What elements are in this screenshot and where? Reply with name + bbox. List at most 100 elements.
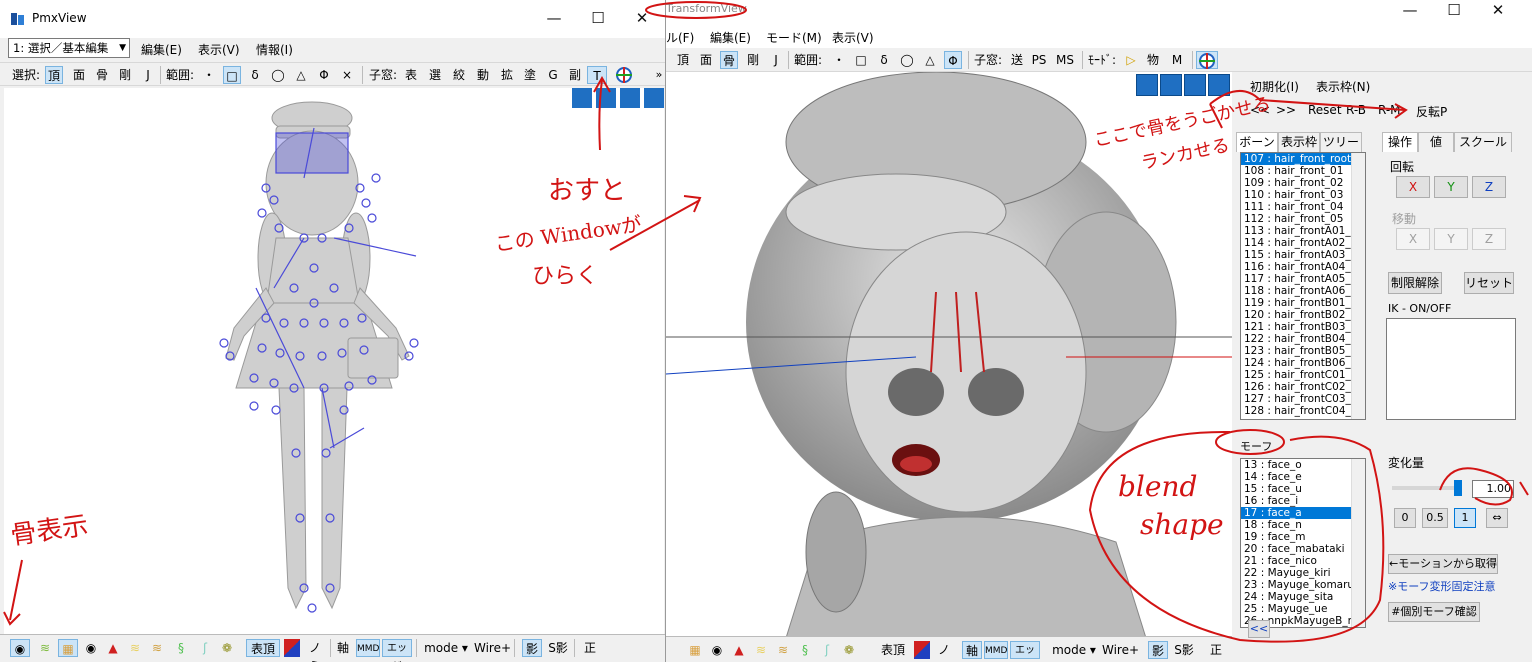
select-vertex[interactable]: 頂 (674, 51, 692, 69)
show-vertex-toggle[interactable]: 表頂 (876, 641, 910, 659)
color-swatch[interactable] (284, 639, 300, 657)
color-swatch[interactable] (914, 641, 930, 659)
morph-list-item[interactable]: 14 : face_e (1241, 471, 1365, 483)
wire-icon[interactable]: ≋ (126, 639, 144, 657)
morph-list-item[interactable]: 22 : Mayuge_kiri (1241, 567, 1365, 579)
morph-list-item[interactable]: 16 : face_i (1241, 495, 1365, 507)
child-scale[interactable]: 拡 (498, 66, 516, 84)
front-view-button[interactable]: 正 (1206, 641, 1226, 659)
texture-icon[interactable]: ▦ (58, 639, 78, 657)
mmd-toggle[interactable]: MMD (356, 639, 380, 657)
tab-operation[interactable]: 操作 (1382, 132, 1418, 152)
collapse-button[interactable]: << (1248, 620, 1270, 638)
maximize-button[interactable]: ☐ (588, 8, 608, 28)
show-vertex-toggle[interactable]: 表頂 (246, 639, 280, 657)
morph-list-item[interactable]: 13 : face_o (1241, 459, 1365, 471)
front-view-button[interactable]: 正 (580, 639, 600, 657)
display-frame-menu[interactable]: 表示枠(N) (1316, 78, 1370, 95)
morph-list-item[interactable]: 17 : face_a (1241, 507, 1365, 519)
mode-dropdown[interactable]: mode ▾ (422, 639, 470, 657)
bone-list[interactable]: 107 : hair_front_root 108 : hair_front_01… (1240, 152, 1366, 420)
morph-list-item[interactable]: 18 : face_n (1241, 519, 1365, 531)
axis-toggle[interactable]: 軸 (962, 641, 982, 659)
amount-half-button[interactable]: 0.5 (1422, 508, 1448, 528)
child-move[interactable]: 動 (474, 66, 492, 84)
triangle-icon[interactable]: ▲ (730, 641, 748, 659)
bone-list-item[interactable]: 116 : hair_frontA04_L (1241, 261, 1365, 273)
select-vertex[interactable]: 頂 (45, 66, 63, 84)
child-filter[interactable]: 絞 (450, 66, 468, 84)
scrollbar[interactable] (1351, 153, 1365, 419)
amount-slider-thumb[interactable] (1454, 480, 1462, 496)
morph-list-item[interactable]: 21 : face_nico (1241, 555, 1365, 567)
bone-list-item[interactable]: 122 : hair_frontB04_L (1241, 333, 1365, 345)
rotate-z-button[interactable]: Z (1472, 176, 1506, 198)
morph-list-item[interactable]: 15 : face_u (1241, 483, 1365, 495)
select-joint[interactable]: J (767, 51, 785, 69)
translate-z-icon[interactable] (1184, 74, 1206, 96)
wire-icon[interactable]: ≋ (752, 641, 770, 659)
select-joint[interactable]: J (139, 66, 157, 84)
child-group[interactable]: G (544, 66, 562, 84)
reset-button-top[interactable]: Reset (1308, 103, 1342, 117)
range-delta[interactable]: δ (246, 66, 264, 84)
bone-list-item[interactable]: 128 : hair_frontC04_L (1241, 405, 1365, 417)
transformview-viewport[interactable] (666, 72, 1232, 638)
child-select[interactable]: 選 (426, 66, 444, 84)
reset-button[interactable]: リセット (1464, 272, 1514, 294)
range-phi[interactable]: Φ (944, 51, 962, 69)
bone-list-item[interactable]: 117 : hair_frontA05_L (1241, 273, 1365, 285)
tab-display-frame[interactable]: 表示枠 (1278, 132, 1320, 152)
morph-list-item[interactable]: 20 : face_mabataki (1241, 543, 1365, 555)
menu-view[interactable]: 表示(V) (198, 41, 240, 58)
bone-list-item[interactable]: 112 : hair_front_05 (1241, 213, 1365, 225)
m-toggle[interactable]: M (1168, 51, 1186, 69)
range-point[interactable]: ・ (830, 51, 848, 69)
link-icon[interactable]: § (796, 641, 814, 659)
prev-button[interactable]: << (1250, 103, 1270, 117)
select-face[interactable]: 面 (70, 66, 88, 84)
select-face[interactable]: 面 (697, 51, 715, 69)
bone-list-item[interactable]: 114 : hair_frontA02_L (1241, 237, 1365, 249)
morph-list[interactable]: 13 : face_o 14 : face_e 15 : face_u 16 : fa… (1240, 458, 1366, 628)
transform-view-button[interactable]: T (587, 66, 607, 84)
child-ms[interactable]: MS (1056, 51, 1074, 69)
bone-list-item[interactable]: 118 : hair_frontA06_L (1241, 285, 1365, 297)
minimize-button[interactable]: — (1400, 0, 1420, 20)
bone-list-item[interactable]: 108 : hair_front_01 (1241, 165, 1365, 177)
select-rigid[interactable]: 剛 (744, 51, 762, 69)
mesh-icon[interactable]: ≋ (35, 639, 55, 657)
morph-list-item[interactable]: 24 : Mayuge_sita (1241, 591, 1365, 603)
edge-toggle[interactable]: エッジ (1010, 641, 1040, 659)
range-circle[interactable]: ◯ (898, 51, 916, 69)
close-button[interactable]: ✕ (1488, 0, 1508, 20)
bone-list-item[interactable]: 110 : hair_front_03 (1241, 189, 1365, 201)
range-rect[interactable]: □ (852, 51, 870, 69)
maximize-button[interactable]: ☐ (1444, 0, 1464, 20)
bone-list-item[interactable]: 113 : hair_frontA01_L (1241, 225, 1365, 237)
rb-button[interactable]: R-B (1346, 103, 1366, 117)
edge-toggle[interactable]: エッジ (382, 639, 412, 662)
rotate-view-icon[interactable] (1208, 74, 1230, 96)
menu-edit[interactable]: 編集(E) (710, 29, 751, 46)
range-point[interactable]: ・ (200, 66, 218, 84)
tab-scale[interactable]: スクール (1454, 132, 1512, 152)
child-ps[interactable]: PS (1030, 51, 1048, 69)
get-from-motion-button[interactable]: ←モーションから取得 (1388, 554, 1498, 574)
point-icon[interactable]: ◉ (708, 641, 726, 659)
leaf-icon[interactable]: ʃ (196, 639, 214, 657)
menu-file[interactable]: ル(F) (666, 29, 694, 46)
pmxview-viewport[interactable] (4, 88, 664, 634)
range-triangle[interactable]: △ (921, 51, 939, 69)
bone-list-item[interactable]: 111 : hair_front_04 (1241, 201, 1365, 213)
self-shadow-toggle[interactable]: S影 (546, 639, 570, 657)
child-table[interactable]: 表 (402, 66, 420, 84)
individual-morph-button[interactable]: #個別モーフ確認 (1388, 602, 1480, 622)
leaf-icon[interactable]: ʃ (818, 641, 836, 659)
normal-toggle[interactable]: ノミ (934, 641, 954, 662)
wire-toggle[interactable]: Wire+ (1102, 641, 1139, 659)
tab-value[interactable]: 値 (1418, 132, 1454, 152)
mode-select[interactable]: 1: 選択／基本編集 ▼ (8, 38, 130, 58)
ik-list[interactable] (1386, 318, 1516, 420)
bone-list-item[interactable]: 126 : hair_frontC02_L (1241, 381, 1365, 393)
